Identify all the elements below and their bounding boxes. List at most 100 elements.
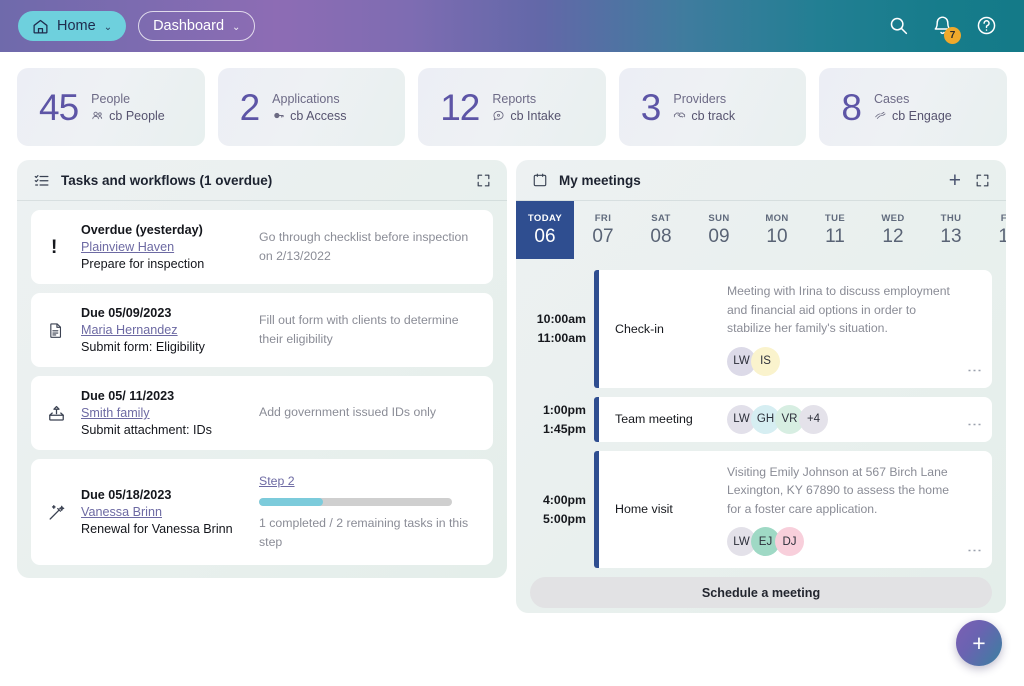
day-number: 12 xyxy=(882,225,904,247)
task-detail: Add government issued IDs only xyxy=(259,405,437,420)
task-due-date: Overdue (yesterday) xyxy=(81,223,203,237)
chat-bubble-icon xyxy=(492,109,505,122)
task-row[interactable]: Due 05/18/2023 Vanessa Brinn Renewal for… xyxy=(31,459,493,566)
calendar-icon xyxy=(532,172,548,188)
stat-card-people[interactable]: 45 People cb People xyxy=(17,68,205,146)
tasks-panel-header: Tasks and workflows (1 overdue) xyxy=(17,160,507,201)
day-weekday: MON xyxy=(765,212,789,224)
stat-sublabel: cb track xyxy=(691,108,736,123)
task-title: Submit attachment: IDs xyxy=(81,423,212,437)
task-due-date: Due 05/09/2023 xyxy=(81,306,172,320)
stat-value: 45 xyxy=(39,86,79,128)
floating-add-button[interactable]: + xyxy=(956,620,1002,666)
kebab-menu-icon[interactable]: ⋮ xyxy=(966,543,983,558)
stat-card-cases[interactable]: 8 Cases cb Engage xyxy=(819,68,1007,146)
meeting-end-time: 11:00am xyxy=(537,331,586,346)
meeting-name: Team meeting xyxy=(615,412,693,427)
task-title: Submit form: Eligibility xyxy=(81,340,205,354)
expand-icon[interactable] xyxy=(476,173,491,188)
task-list-icon xyxy=(33,172,50,189)
notifications-bell-icon[interactable]: 7 xyxy=(932,15,961,44)
stat-card-providers[interactable]: 3 Providers cb track xyxy=(618,68,807,146)
attendee-avatars: LW EJ DJ xyxy=(727,527,956,557)
stat-value: 2 xyxy=(239,86,261,128)
day-cell[interactable]: WED 12 xyxy=(864,201,922,259)
meeting-row[interactable]: 1:00pm 1:45pm Team meeting LW GH VR +4 ⋮ xyxy=(530,396,992,442)
day-weekday: TODAY xyxy=(527,212,563,224)
stat-card-reports[interactable]: 12 Reports cb Intake xyxy=(418,68,606,146)
day-number: 09 xyxy=(708,225,730,247)
task-list: ! Overdue (yesterday) Plainview Haven Pr… xyxy=(17,201,507,566)
day-weekday: FRI xyxy=(1000,212,1006,224)
chevron-down-icon: ⌄ xyxy=(232,21,241,33)
nav-dashboard-label: Dashboard xyxy=(153,18,225,34)
meeting-description: Visiting Emily Johnson at 567 Birch Lane… xyxy=(727,464,950,516)
day-number: 11 xyxy=(825,225,845,247)
form-document-icon xyxy=(47,321,81,340)
day-cell[interactable]: FRI 07 xyxy=(574,201,632,259)
day-selector-strip: TODAY 06 FRI 07 SAT 08 SUN 09 MON 10 TUE… xyxy=(516,201,1006,259)
task-subject-link[interactable]: Maria Hernandez xyxy=(81,323,178,337)
task-step-link[interactable]: Step 2 xyxy=(259,472,295,491)
task-due-date: Due 05/ 11/2023 xyxy=(81,389,175,403)
task-detail: Go through checklist before inspection o… xyxy=(259,229,469,263)
add-meeting-icon[interactable]: + xyxy=(949,170,961,191)
day-number: 14 xyxy=(998,225,1006,247)
avatar[interactable]: IS xyxy=(751,346,780,376)
upload-tray-icon xyxy=(47,404,81,423)
nav-dashboard-chip[interactable]: Dashboard ⌄ xyxy=(138,11,256,41)
task-title: Prepare for inspection xyxy=(81,257,205,271)
magic-wand-icon xyxy=(47,503,81,522)
top-navigation-bar: Home ⌄ Dashboard ⌄ 7 xyxy=(0,0,1024,52)
meeting-start-time: 1:00pm xyxy=(542,402,586,417)
meeting-description: Meeting with Irina to discuss employment… xyxy=(727,284,950,336)
kebab-menu-icon[interactable]: ⋮ xyxy=(966,417,983,432)
nav-home-label: Home xyxy=(57,18,96,34)
meeting-row[interactable]: 4:00pm 5:00pm Home visit Visiting Emily … xyxy=(530,450,992,569)
kebab-menu-icon[interactable]: ⋮ xyxy=(966,363,983,378)
attendee-avatars: LW GH VR +4 xyxy=(727,404,828,434)
task-row[interactable]: Due 05/09/2023 Maria Hernandez Submit fo… xyxy=(31,293,493,367)
search-icon[interactable] xyxy=(888,15,910,37)
help-circle-icon[interactable] xyxy=(976,15,998,37)
task-subject-link[interactable]: Smith family xyxy=(81,406,150,420)
stat-label: People xyxy=(91,91,131,106)
day-number: 13 xyxy=(940,225,962,247)
avatar-overflow-count[interactable]: +4 xyxy=(799,404,828,434)
stat-label: Reports xyxy=(492,91,537,106)
wave-icon xyxy=(874,109,887,122)
stat-sublabel: cb People xyxy=(109,108,165,123)
meetings-panel-title: My meetings xyxy=(559,172,641,188)
day-cell[interactable]: FRI 14 xyxy=(980,201,1006,259)
stat-card-applications[interactable]: 2 Applications cb Access xyxy=(217,68,406,146)
expand-icon[interactable] xyxy=(975,173,990,188)
task-subject-link[interactable]: Vanessa Brinn xyxy=(81,505,162,519)
day-number: 07 xyxy=(592,225,614,247)
nav-home-chip[interactable]: Home ⌄ xyxy=(18,11,127,41)
day-weekday: FRI xyxy=(594,212,612,224)
meeting-end-time: 5:00pm xyxy=(542,511,586,526)
stat-label: Providers xyxy=(673,91,727,106)
day-cell[interactable]: SAT 08 xyxy=(632,201,690,259)
avatar[interactable]: DJ xyxy=(775,527,804,557)
task-detail: 1 completed / 2 remaining tasks in this … xyxy=(259,516,469,550)
day-weekday: SUN xyxy=(708,212,730,224)
day-cell-today[interactable]: TODAY 06 xyxy=(516,201,574,259)
task-row[interactable]: Due 05/ 11/2023 Smith family Submit atta… xyxy=(31,376,493,450)
meeting-row[interactable]: 10:00am 11:00am Check-in Meeting with Ir… xyxy=(530,270,992,388)
day-cell[interactable]: THU 13 xyxy=(922,201,980,259)
stat-label: Applications xyxy=(272,91,340,106)
people-group-icon xyxy=(91,109,104,122)
stat-sublabel: cb Intake xyxy=(510,108,562,123)
task-row[interactable]: ! Overdue (yesterday) Plainview Haven Pr… xyxy=(31,210,493,284)
task-subject-link[interactable]: Plainview Haven xyxy=(81,240,174,254)
dashboard-panels: Tasks and workflows (1 overdue) ! Overdu… xyxy=(0,146,1024,613)
key-icon xyxy=(272,109,285,122)
meetings-panel-header: My meetings + xyxy=(516,160,1006,201)
day-cell[interactable]: TUE 11 xyxy=(806,201,864,259)
day-cell[interactable]: SUN 09 xyxy=(690,201,748,259)
exclamation-icon: ! xyxy=(51,236,58,258)
day-cell[interactable]: MON 10 xyxy=(748,201,806,259)
schedule-meeting-button[interactable]: Schedule a meeting xyxy=(530,577,992,609)
tasks-and-workflows-panel: Tasks and workflows (1 overdue) ! Overdu… xyxy=(17,160,507,578)
